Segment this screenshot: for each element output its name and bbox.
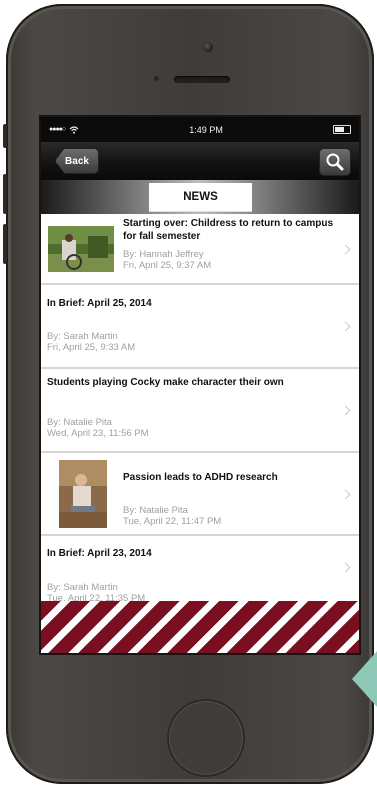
search-icon — [326, 153, 344, 171]
article-title: Passion leads to ADHD research — [123, 472, 278, 483]
article-date: Tue, April 22, 11:47 PM — [123, 516, 222, 527]
teal-pointer-arrow — [352, 641, 377, 717]
article-title: In Brief: April 25, 2014 — [47, 298, 152, 309]
garnet-stripe-banner — [41, 601, 359, 653]
article-byline: By: Hannah Jeffrey — [123, 249, 204, 260]
list-item[interactable]: Students playing Cocky make character th… — [41, 369, 359, 453]
signal-strength: ●●●●○ — [49, 126, 66, 133]
chevron-right-icon — [340, 321, 351, 332]
section-tab-bar: NEWS — [41, 180, 359, 214]
article-byline: By: Natalie Pita — [123, 505, 188, 516]
article-byline: By: Sarah Martin — [47, 582, 118, 593]
phone-screen: ●●●●○ 1:49 PM Back NEWS Starting over: C… — [41, 117, 359, 653]
article-thumbnail — [59, 460, 107, 528]
volume-down-button — [3, 224, 7, 264]
article-byline: By: Natalie Pita — [47, 417, 112, 428]
volume-up-button — [3, 174, 7, 214]
article-title: Starting over: Childress to return to ca… — [123, 218, 334, 242]
back-button[interactable]: Back — [55, 148, 99, 174]
speaker-grille — [174, 76, 230, 83]
chevron-right-icon — [340, 562, 351, 573]
list-item[interactable]: Starting over: Childress to return to ca… — [41, 214, 359, 285]
article-date: Fri, April 25, 9:33 AM — [47, 342, 136, 353]
status-bar: ●●●●○ 1:49 PM — [41, 117, 359, 142]
chevron-right-icon — [340, 489, 351, 500]
article-thumbnail — [48, 226, 114, 272]
chevron-right-icon — [340, 405, 351, 416]
status-time: 1:49 PM — [189, 124, 223, 135]
camera — [203, 42, 213, 52]
list-item[interactable]: Passion leads to ADHD research By: Natal… — [41, 453, 359, 536]
tab-news[interactable]: NEWS — [149, 183, 252, 212]
article-date: Fri, April 25, 9:37 AM — [123, 260, 212, 271]
news-list: Starting over: Childress to return to ca… — [41, 214, 359, 620]
article-date: Wed, April 23, 11:56 PM — [47, 428, 149, 439]
article-byline: By: Sarah Martin — [47, 331, 118, 342]
wifi-icon — [69, 125, 79, 134]
mute-switch — [3, 124, 7, 148]
proximity-sensor — [154, 76, 159, 81]
search-button[interactable] — [319, 148, 351, 176]
home-button[interactable] — [167, 699, 245, 777]
navigation-bar: Back — [41, 142, 359, 180]
article-title: Students playing Cocky make character th… — [47, 377, 284, 388]
battery-icon — [332, 125, 351, 134]
list-item[interactable]: In Brief: April 25, 2014 By: Sarah Marti… — [41, 285, 359, 369]
article-title: In Brief: April 23, 2014 — [47, 548, 152, 559]
